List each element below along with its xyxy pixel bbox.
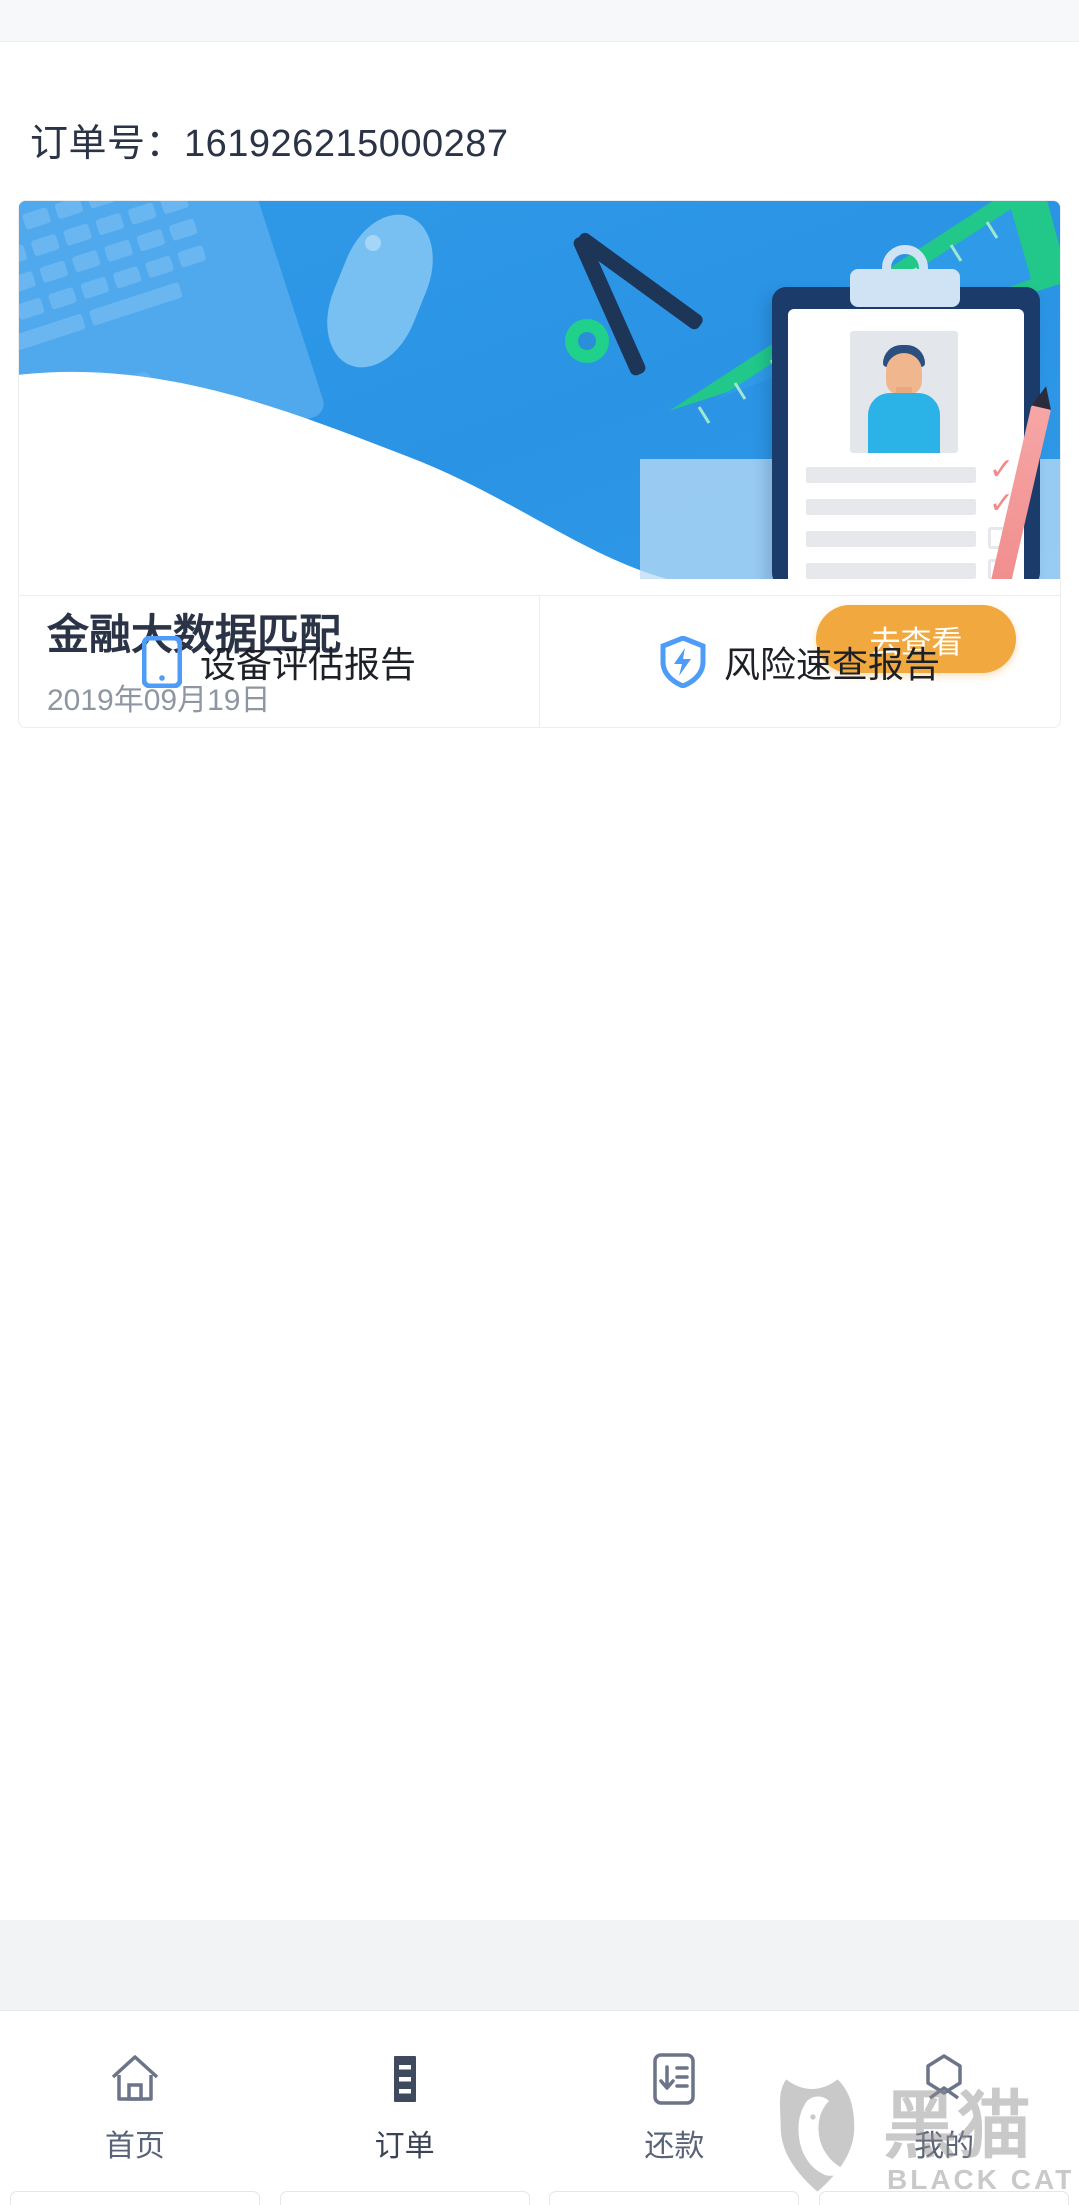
phone-icon	[141, 635, 182, 688]
app-root: 订单号：161926215000287 ✓ ✓ 金融大数据匹配 2019年09月…	[0, 0, 1079, 2205]
clipboard-paper: ✓ ✓	[788, 309, 1024, 579]
clipboard-clamp	[850, 269, 960, 307]
tab-home[interactable]: 首页	[0, 2011, 270, 2205]
tab-profile[interactable]: 我的	[809, 2011, 1079, 2205]
home-indicator-bar	[819, 2191, 1070, 2205]
repayment-icon	[653, 2053, 696, 2105]
order-number-row: 订单号：161926215000287	[30, 112, 509, 167]
tab-profile-label: 我的	[914, 2130, 975, 2163]
home-indicator-row	[0, 2191, 1079, 2205]
tab-orders[interactable]: 订单	[270, 2011, 540, 2205]
home-indicator-bar	[549, 2191, 800, 2205]
shield-bolt-icon	[660, 635, 706, 688]
status-strip	[0, 0, 1079, 42]
content-spacer	[0, 1920, 1079, 2010]
order-number-label: 订单号：	[30, 123, 185, 165]
tab-repayment-label: 还款	[644, 2130, 705, 2163]
promo-banner: ✓ ✓ 马上来钱 ⃝⃝ 提现 由风控云	[19, 201, 1060, 579]
home-icon	[111, 2055, 159, 2101]
risk-report-label: 风险速查报告	[723, 643, 940, 685]
order-list-icon	[393, 2056, 416, 2102]
device-report-label: 设备评估报告	[199, 643, 416, 685]
home-indicator-bar	[9, 2191, 260, 2205]
device-report-entry[interactable]: 设备评估报告	[19, 596, 539, 727]
tab-repayment[interactable]: 还款	[540, 2011, 810, 2205]
tab-orders-label: 订单	[374, 2130, 435, 2163]
tab-home-label: 首页	[104, 2130, 165, 2163]
profile-icon	[926, 2054, 962, 2100]
clipboard-illustration: ✓ ✓	[772, 245, 1052, 579]
order-number-value: 161926215000287	[184, 123, 509, 165]
order-card[interactable]: ✓ ✓ 马上来钱 ⃝⃝ 提现 由风控云	[18, 200, 1061, 728]
card-report-links: 设备评估报告 风险速查报告	[19, 595, 1060, 727]
bottom-tab-bar: 首页 订单 还款 我的	[0, 2010, 1079, 2205]
risk-report-entry[interactable]: 风险速查报告	[539, 596, 1060, 727]
id-photo	[850, 331, 958, 453]
home-indicator-bar	[279, 2191, 530, 2205]
